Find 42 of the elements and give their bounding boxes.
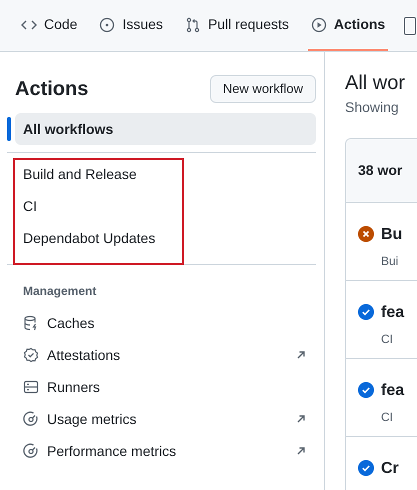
new-workflow-button[interactable]: New workflow [210,75,316,103]
page-subtitle: Showing [345,98,400,117]
gauge-icon [23,443,39,459]
run-meta: CI [381,409,394,426]
nav-tab[interactable]: Actions [308,0,388,51]
run-title[interactable]: fea [381,382,404,400]
arrow-up-right-icon [296,414,306,424]
nav-tab[interactable]: Issues [96,0,166,51]
management-item[interactable]: Caches [7,307,316,339]
run-meta: CI [381,331,394,348]
run-title[interactable]: Cr [381,460,399,478]
pull-request-icon [184,16,201,32]
tab-icon[interactable] [404,16,416,34]
workflow-item[interactable]: CI [7,190,316,222]
all-workflows-item[interactable]: All workflows [15,113,316,145]
run-title[interactable]: Bu [381,226,402,244]
nav-tab[interactable]: Code [18,0,80,51]
sidebar-title: Actions [15,77,88,102]
circle-dot-icon [99,16,116,32]
run-meta: Bui [381,253,400,270]
arrow-up-right-icon [296,446,306,456]
nav-tab[interactable]: Pull requests [182,0,292,51]
server-icon [23,379,39,395]
section-heading: Management [22,283,98,300]
check-circle-icon [358,304,374,320]
play-icon [310,16,327,32]
database-icon [23,315,39,331]
check-circle-icon [358,460,374,476]
management-item[interactable]: Usage metrics [7,403,316,435]
x-circle-icon [358,226,374,242]
workflow-item[interactable]: Build and Release [7,158,316,190]
run-count: 38 wor [358,161,402,180]
page-title: All wor [345,71,406,96]
arrow-up-right-icon [296,350,306,360]
management-item[interactable]: Runners [7,371,316,403]
workflow-item[interactable]: Dependabot Updates [7,222,316,254]
gauge-icon [23,411,39,427]
run-title[interactable]: fea [381,304,404,322]
management-item[interactable]: Attestations [7,339,316,371]
check-circle-icon [358,382,374,398]
badge-check-icon [23,347,39,363]
management-item[interactable]: Performance metrics [7,435,316,467]
